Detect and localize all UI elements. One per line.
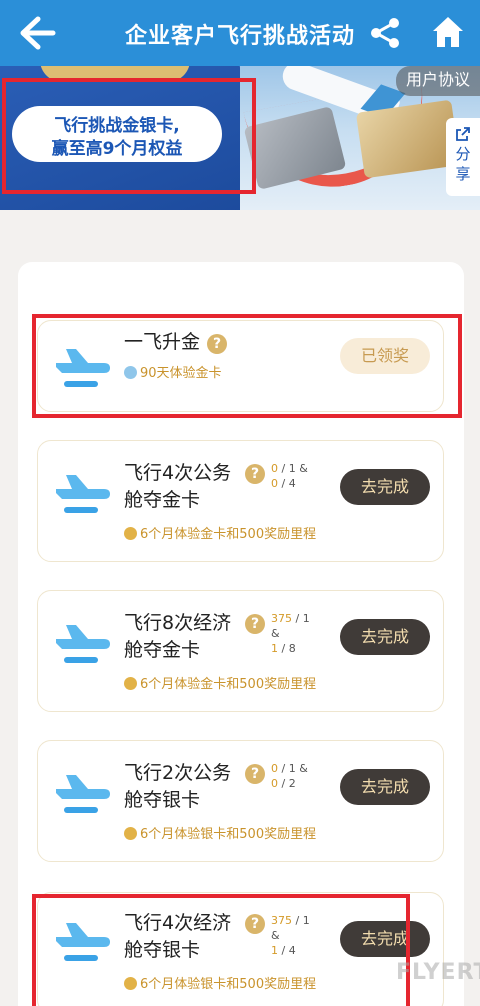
- task-name-line2: 舱夺金卡: [124, 639, 201, 661]
- side-share-button[interactable]: 分 享: [446, 118, 480, 196]
- side-share-label-2: 享: [455, 165, 471, 183]
- progress-target: / 1: [295, 612, 310, 625]
- promo-banner: 飞行挑战金银卡, 赢至高9个月权益 用户协议 分 享: [0, 66, 480, 210]
- task-progress: 0 / 1 & 0 / 2: [271, 761, 308, 791]
- progress-done: 375: [271, 612, 292, 625]
- progress-target: / 1 &: [281, 762, 308, 775]
- progress-target: / 1 &: [281, 462, 308, 475]
- go-complete-button[interactable]: 去完成: [340, 469, 430, 505]
- progress-sep: &: [271, 627, 280, 640]
- task-progress: 0 / 1 & 0 / 4: [271, 461, 308, 491]
- task-name-line1: 飞行2次公务: [124, 762, 232, 784]
- page-title: 企业客户飞行挑战活动: [124, 24, 355, 49]
- reward-coin-icon: [124, 677, 137, 690]
- highlight-box-task1: [32, 314, 462, 418]
- gold-card-image: [355, 99, 461, 179]
- home-icon[interactable]: [430, 14, 466, 50]
- airplane-takeoff-icon: [56, 475, 110, 513]
- task-progress: 375 / 1 & 1 / 8: [271, 611, 310, 656]
- top-bar: 企业客户飞行挑战活动: [0, 0, 480, 66]
- user-agreement-link[interactable]: 用户协议: [396, 66, 480, 96]
- help-icon[interactable]: ?: [245, 614, 265, 634]
- reward-text: 6个月体验金卡和500奖励里程: [140, 677, 317, 692]
- go-complete-button[interactable]: 去完成: [340, 769, 430, 805]
- share-icon[interactable]: [368, 16, 402, 50]
- progress-target: / 4: [281, 477, 296, 490]
- task-name-line2: 舱夺银卡: [124, 789, 201, 811]
- go-complete-button[interactable]: 去完成: [340, 619, 430, 655]
- side-share-label-1: 分: [455, 145, 471, 163]
- airplane-takeoff-icon: [56, 775, 110, 813]
- progress-target: / 8: [281, 642, 296, 655]
- task-reward: 6个月体验银卡和500奖励里程: [124, 823, 316, 842]
- reward-text: 6个月体验银卡和500奖励里程: [140, 827, 317, 842]
- task-name-line1: 飞行8次经济: [124, 612, 232, 634]
- progress-done: 1: [271, 642, 278, 655]
- reward-coin-icon: [124, 527, 137, 540]
- watermark: FLYERT: [396, 960, 480, 985]
- airplane-takeoff-icon: [56, 625, 110, 663]
- task-card: 飞行8次经济 舱夺金卡 ? 375 / 1 & 1 / 8 6个月体验金卡和50…: [37, 590, 444, 712]
- reward-coin-icon: [124, 827, 137, 840]
- task-card: 飞行4次公务 舱夺金卡 ? 0 / 1 & 0 / 4 6个月体验金卡和500奖…: [37, 440, 444, 562]
- task-name-line1: 飞行4次公务: [124, 462, 232, 484]
- task-reward: 6个月体验金卡和500奖励里程: [124, 523, 316, 542]
- progress-done: 0: [271, 762, 278, 775]
- progress-done: 0: [271, 462, 278, 475]
- help-icon[interactable]: ?: [245, 464, 265, 484]
- highlight-box-task5: [32, 894, 410, 1006]
- progress-done: 0: [271, 777, 278, 790]
- share-box-icon: [456, 127, 470, 141]
- task-card: 飞行2次公务 舱夺银卡 ? 0 / 1 & 0 / 2 6个月体验银卡和500奖…: [37, 740, 444, 862]
- help-icon[interactable]: ?: [245, 764, 265, 784]
- progress-done: 0: [271, 477, 278, 490]
- progress-target: / 2: [281, 777, 296, 790]
- highlight-box-banner: [2, 78, 256, 194]
- task-name-line2: 舱夺金卡: [124, 489, 201, 511]
- reward-text: 6个月体验金卡和500奖励里程: [140, 527, 317, 542]
- task-reward: 6个月体验金卡和500奖励里程: [124, 673, 316, 692]
